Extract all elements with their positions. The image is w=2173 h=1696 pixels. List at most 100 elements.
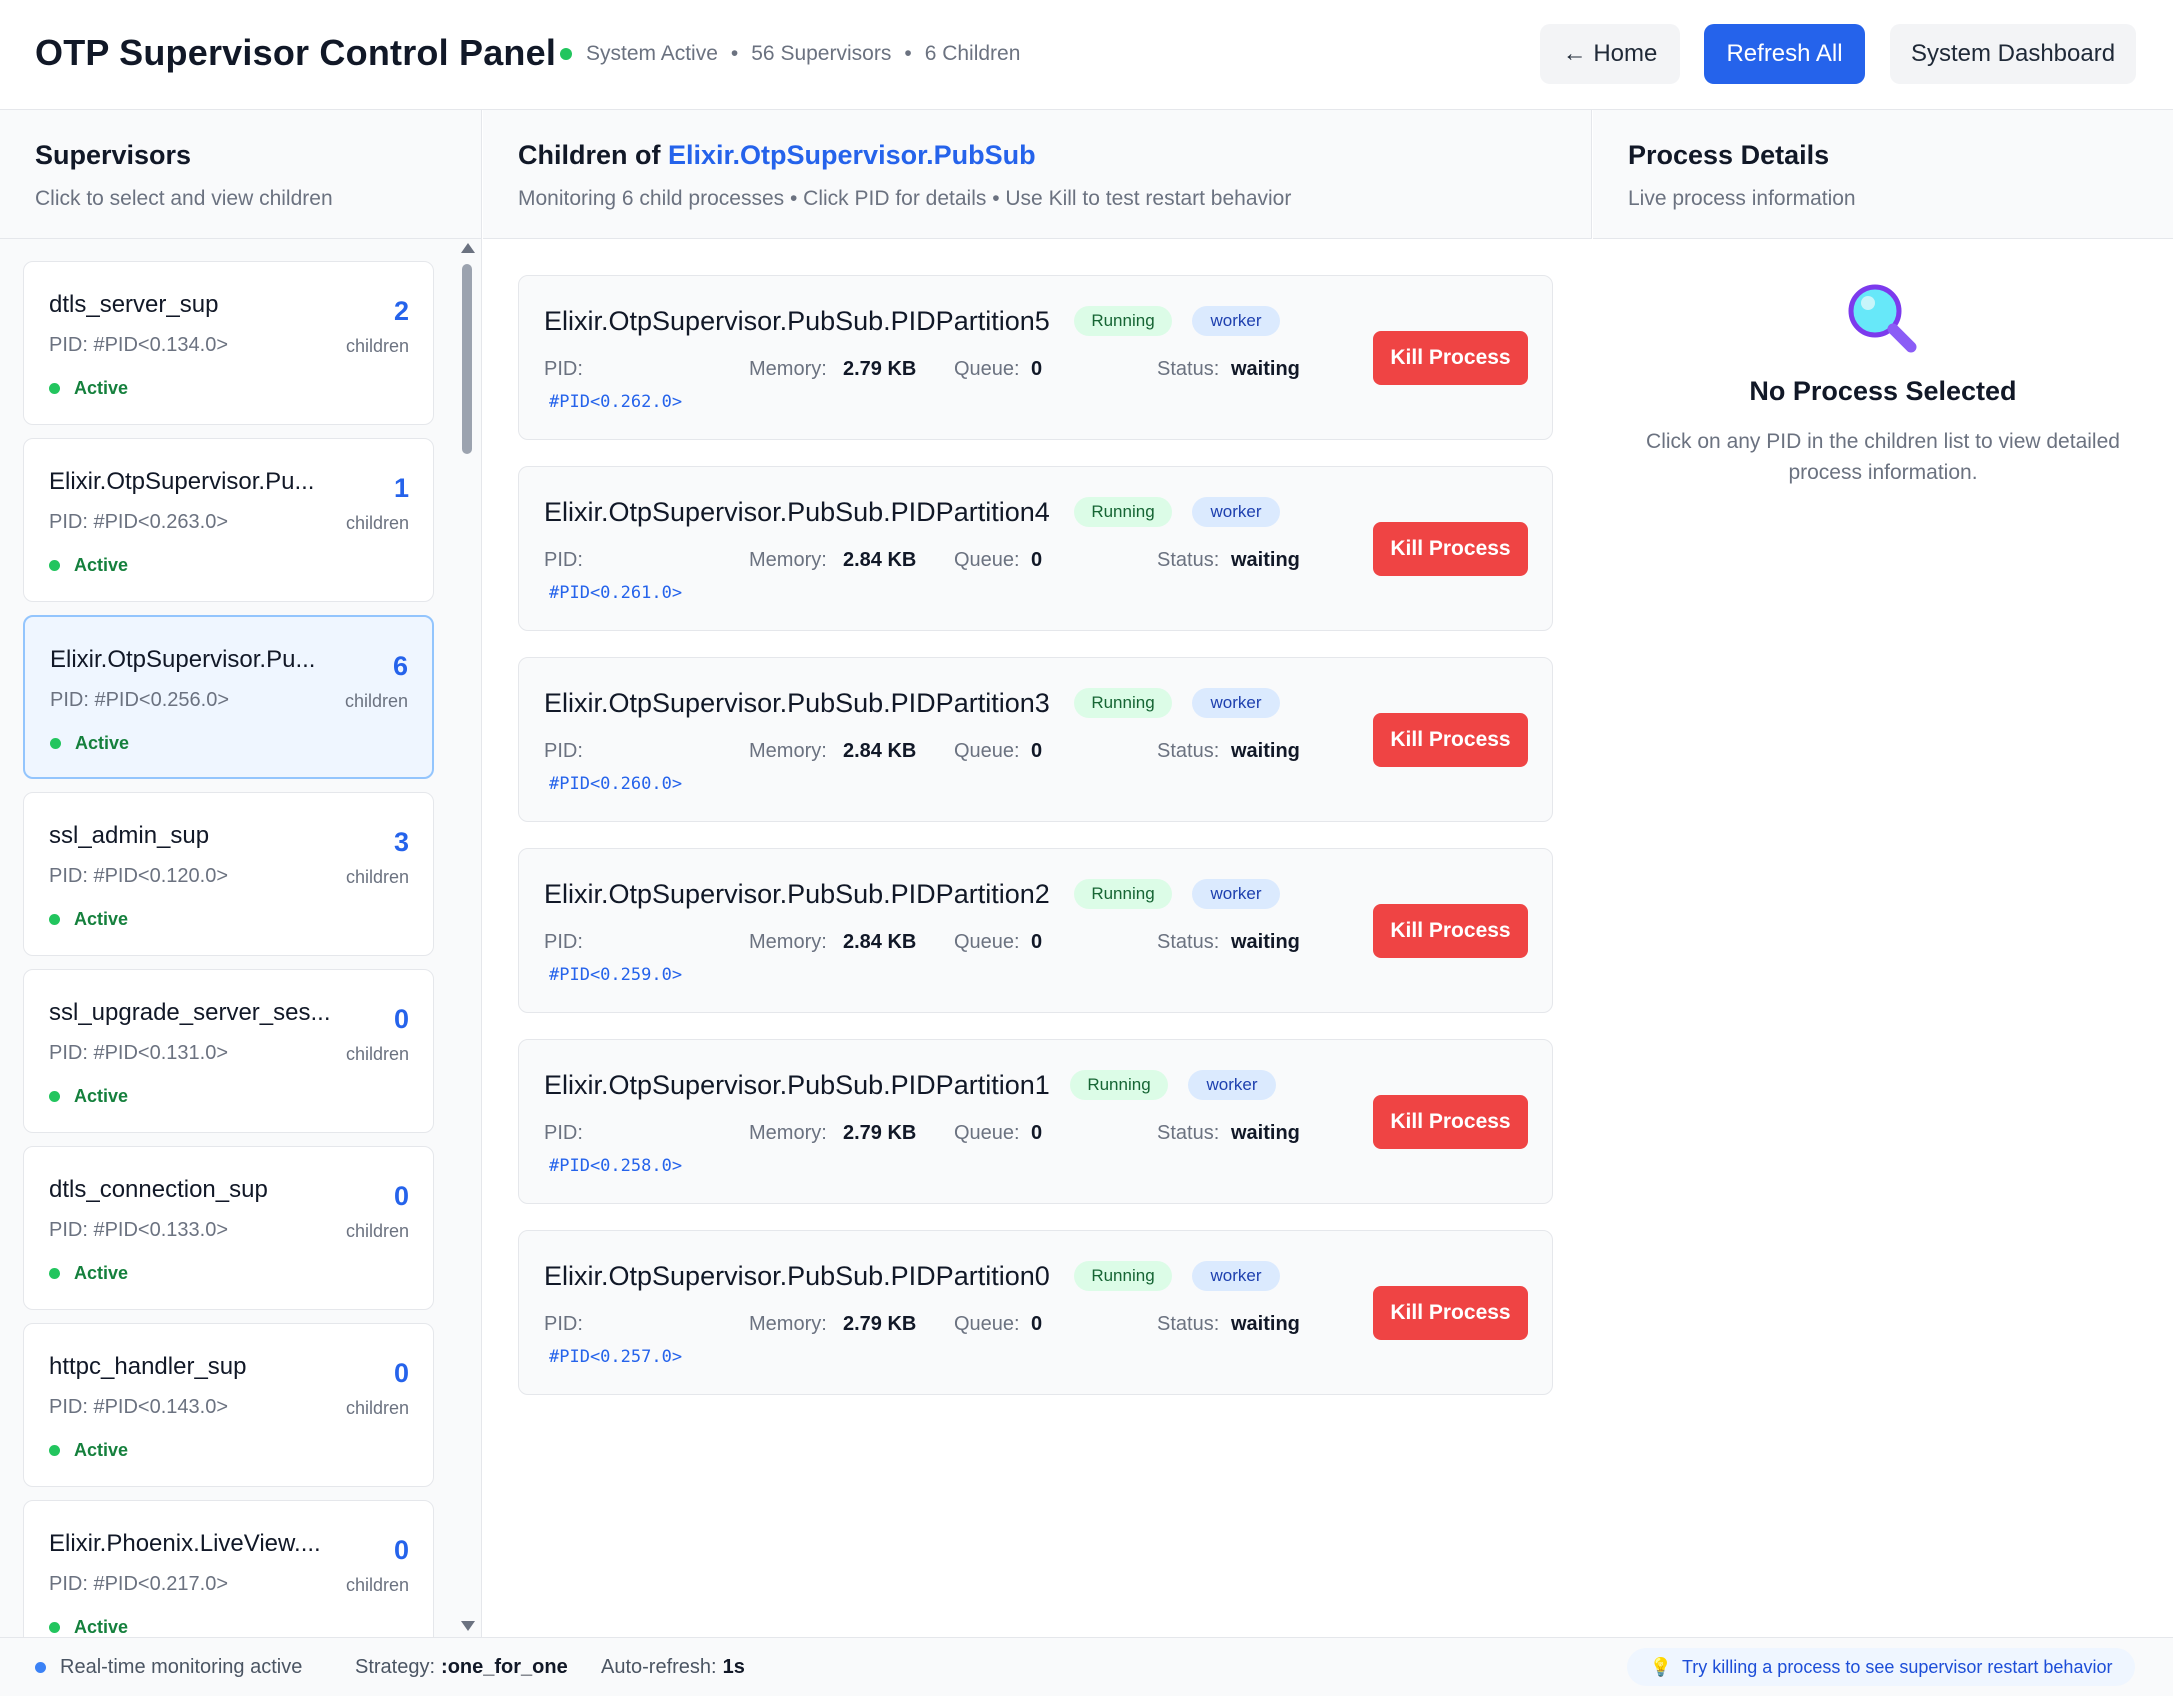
status-label: Status:	[1157, 358, 1220, 380]
child-count: 1	[393, 473, 409, 503]
memory-value: 2.84 KB	[843, 931, 917, 953]
supervisor-card[interactable]: ssl_admin_sup PID: #PID<0.120.0> Active …	[23, 792, 434, 956]
home-button[interactable]: ← Home	[1540, 24, 1680, 84]
children-subtitle: Monitoring 6 child processes • Click PID…	[518, 187, 1292, 210]
memory-value: 2.84 KB	[843, 549, 917, 571]
pid-link[interactable]: #PID<0.261.0>	[549, 583, 682, 603]
supervisors-title: Supervisors	[35, 140, 192, 170]
supervisor-state: Active	[49, 555, 128, 576]
process-details-panel: No Process Selected Click on any PID in …	[1593, 239, 2173, 1637]
queue-value: 0	[1031, 358, 1043, 380]
supervisor-state: Active	[49, 1617, 128, 1637]
supervisor-pid: PID: #PID<0.131.0>	[49, 1042, 229, 1064]
kill-process-button[interactable]: Kill Process	[1373, 522, 1528, 576]
kill-process-button[interactable]: Kill Process	[1373, 331, 1528, 385]
supervisor-pid: PID: #PID<0.134.0>	[49, 334, 229, 356]
supervisor-state-label: Active	[74, 1440, 129, 1460]
child-process-card: Elixir.OtpSupervisor.PubSub.PIDPartition…	[518, 848, 1553, 1013]
memory-label: Memory:	[749, 740, 827, 762]
supervisor-state: Active	[49, 378, 128, 399]
status-value: waiting	[1231, 740, 1300, 762]
pid-label: PID:	[544, 549, 583, 571]
queue-value: 0	[1031, 931, 1043, 953]
kill-process-button[interactable]: Kill Process	[1373, 1286, 1528, 1340]
child-process-card: Elixir.OtpSupervisor.PubSub.PIDPartition…	[518, 1039, 1553, 1204]
supervisor-state-label: Active	[74, 1263, 129, 1283]
child-name: Elixir.OtpSupervisor.PubSub.PIDPartition…	[544, 1070, 1050, 1100]
supervisor-name: httpc_handler_sup	[49, 1353, 247, 1380]
details-subtitle: Live process information	[1628, 187, 1856, 210]
status-footer: Real-time monitoring active Strategy::on…	[0, 1637, 2173, 1696]
kill-process-button[interactable]: Kill Process	[1373, 1095, 1528, 1149]
kill-process-button[interactable]: Kill Process	[1373, 713, 1528, 767]
supervisor-name: ssl_admin_sup	[49, 822, 210, 849]
scroll-down-arrow-icon[interactable]	[461, 1621, 475, 1631]
scroll-thumb[interactable]	[462, 264, 472, 454]
pid-label: PID:	[544, 740, 583, 762]
auto-refresh-info: Auto-refresh: 1s	[601, 1656, 745, 1679]
children-count: 6 Children	[924, 42, 1021, 65]
supervisor-card[interactable]: dtls_server_sup PID: #PID<0.134.0> Activ…	[23, 261, 434, 425]
children-title: Children of Elixir.OtpSupervisor.PubSub	[518, 140, 1036, 171]
strategy-value: :one_for_one	[441, 1656, 568, 1678]
supervisor-list-scrollbar[interactable]	[459, 239, 475, 1637]
pid-link[interactable]: #PID<0.258.0>	[549, 1156, 682, 1176]
hint-text: Try killing a process to see supervisor …	[1681, 1656, 2113, 1677]
refresh-all-button[interactable]: Refresh All	[1704, 24, 1865, 84]
running-badge: Running	[1074, 879, 1172, 909]
pid-link[interactable]: #PID<0.259.0>	[549, 965, 682, 985]
supervisor-card[interactable]: Elixir.Phoenix.LiveView.... PID: #PID<0.…	[23, 1500, 434, 1637]
memory-label: Memory:	[749, 549, 827, 571]
kill-process-button[interactable]: Kill Process	[1373, 904, 1528, 958]
child-count-label: children	[345, 336, 409, 356]
selected-supervisor-link[interactable]: Elixir.OtpSupervisor.PubSub	[668, 140, 1036, 170]
worker-badge: worker	[1192, 879, 1280, 909]
active-dot-icon	[49, 1622, 60, 1633]
child-process-card: Elixir.OtpSupervisor.PubSub.PIDPartition…	[518, 275, 1553, 440]
supervisor-state-label: Active	[74, 378, 129, 398]
memory-value: 2.84 KB	[843, 740, 917, 762]
supervisor-card[interactable]: Elixir.OtpSupervisor.Pu... PID: #PID<0.2…	[23, 438, 434, 602]
monitoring-text: Real-time monitoring active	[60, 1656, 303, 1678]
pid-link[interactable]: #PID<0.262.0>	[549, 392, 682, 412]
status-label: Status:	[1157, 1122, 1220, 1144]
details-header: Process Details Live process information	[1593, 110, 2173, 239]
active-dot-icon	[49, 1091, 60, 1102]
pid-link[interactable]: #PID<0.257.0>	[549, 1347, 682, 1367]
running-badge: Running	[1070, 1070, 1168, 1100]
supervisor-card[interactable]: ssl_upgrade_server_ses... PID: #PID<0.13…	[23, 969, 434, 1133]
supervisor-list[interactable]: dtls_server_sup PID: #PID<0.134.0> Activ…	[0, 239, 482, 1637]
supervisor-pid: PID: #PID<0.143.0>	[49, 1396, 229, 1418]
supervisor-card[interactable]: dtls_connection_sup PID: #PID<0.133.0> A…	[23, 1146, 434, 1310]
pid-label: PID:	[544, 358, 583, 380]
memory-label: Memory:	[749, 1122, 827, 1144]
empty-state-text: Click on any PID in the children list to…	[1646, 430, 2120, 484]
supervisors-subtitle: Click to select and view children	[35, 187, 333, 210]
worker-badge: worker	[1192, 497, 1280, 527]
child-process-card: Elixir.OtpSupervisor.PubSub.PIDPartition…	[518, 657, 1553, 822]
child-count: 0	[393, 1181, 409, 1211]
pid-link[interactable]: #PID<0.260.0>	[549, 774, 682, 794]
queue-label: Queue:	[954, 1122, 1020, 1144]
child-count: 6	[392, 651, 408, 681]
supervisor-pid: PID: #PID<0.263.0>	[49, 511, 229, 533]
queue-value: 0	[1031, 1313, 1043, 1335]
supervisor-card[interactable]: httpc_handler_sup PID: #PID<0.143.0> Act…	[23, 1323, 434, 1487]
status-label: Status:	[1157, 931, 1220, 953]
child-count: 0	[393, 1535, 409, 1565]
memory-value: 2.79 KB	[843, 1122, 917, 1144]
status-label: Status:	[1157, 549, 1220, 571]
scroll-up-arrow-icon[interactable]	[461, 243, 475, 253]
child-count-label: children	[345, 1398, 409, 1418]
supervisor-state-label: Active	[74, 555, 129, 575]
worker-badge: worker	[1192, 1261, 1280, 1291]
running-badge: Running	[1074, 1261, 1172, 1291]
supervisor-card-selected[interactable]: Elixir.OtpSupervisor.Pu... PID: #PID<0.2…	[23, 615, 434, 779]
active-dot-icon	[49, 560, 60, 571]
child-process-card: Elixir.OtpSupervisor.PubSub.PIDPartition…	[518, 1230, 1553, 1395]
system-dashboard-button[interactable]: System Dashboard	[1890, 24, 2136, 84]
status-dot-icon	[560, 48, 572, 60]
queue-label: Queue:	[954, 740, 1020, 762]
supervisor-state: Active	[49, 1263, 128, 1284]
child-process-card: Elixir.OtpSupervisor.PubSub.PIDPartition…	[518, 466, 1553, 631]
